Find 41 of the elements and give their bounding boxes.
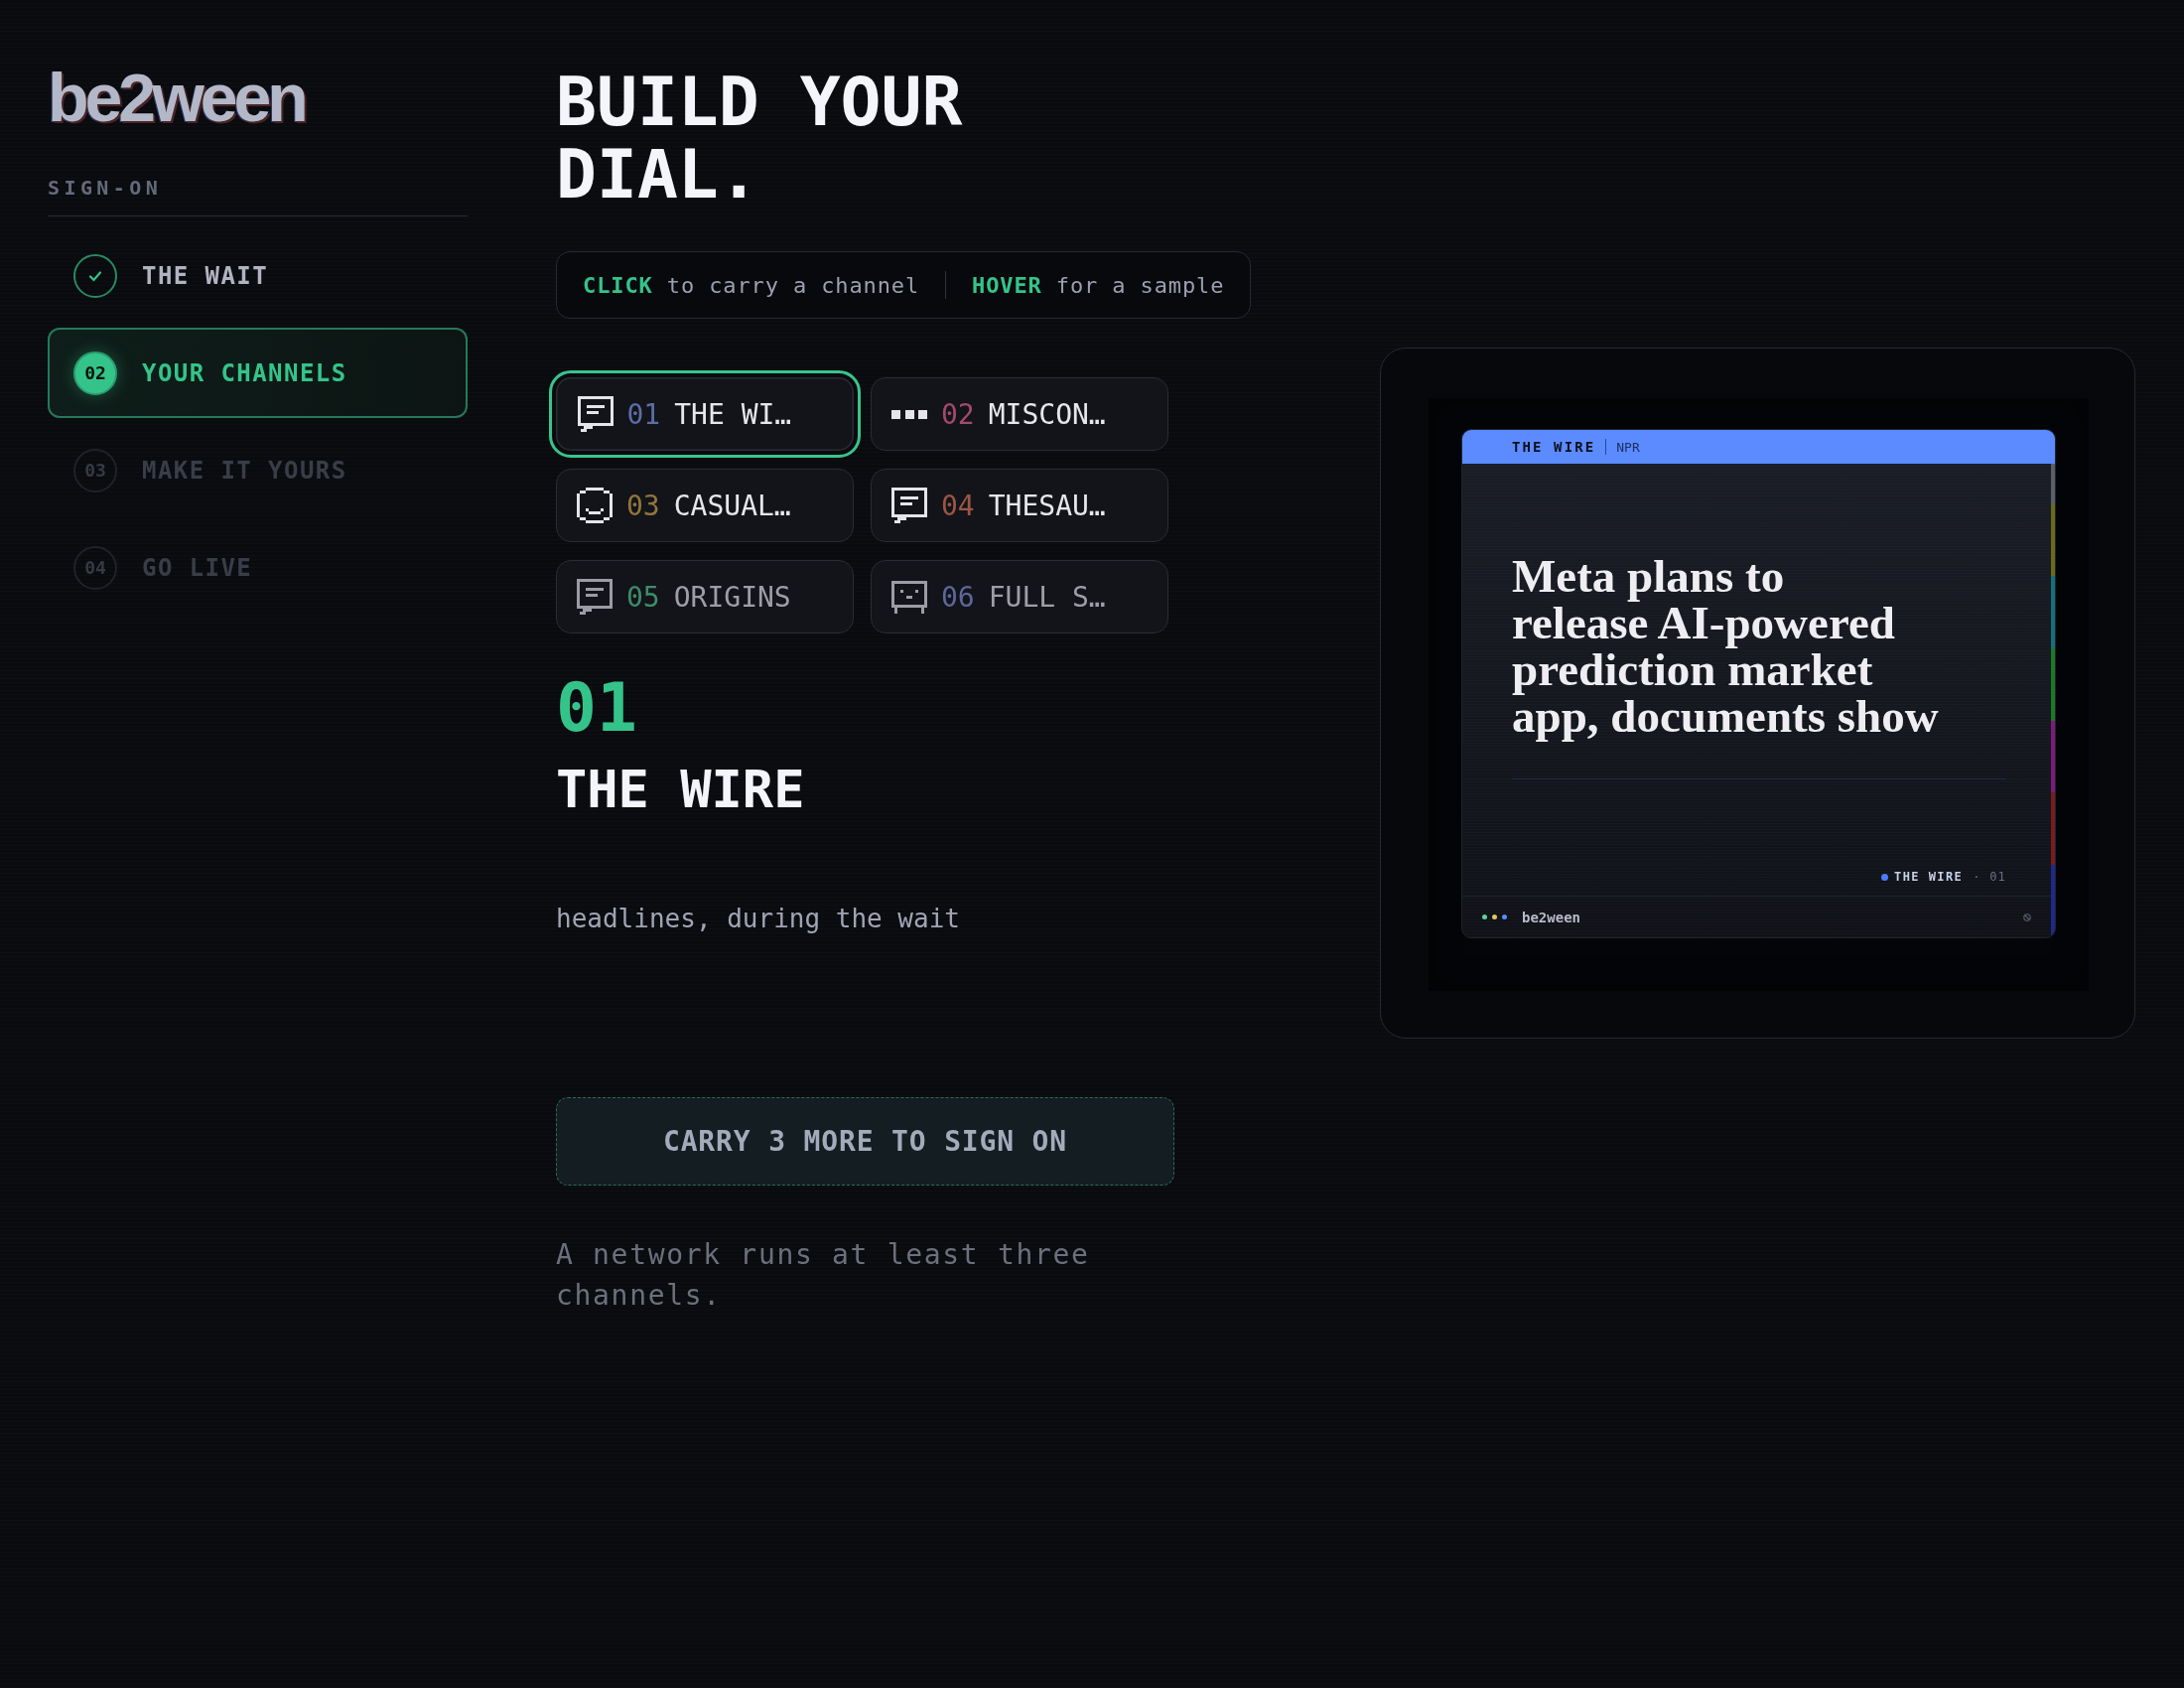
hint-text: HOVER for a sample xyxy=(972,272,1225,298)
dot-icon xyxy=(1482,914,1487,919)
tag-number: · 01 xyxy=(1973,870,2006,884)
ellipsis-icon xyxy=(891,409,927,419)
channel-tile[interactable]: 04 THESAU… xyxy=(871,469,1168,542)
step-number: 02 xyxy=(73,351,117,395)
hint-text: CLICK to carry a channel xyxy=(583,272,920,298)
speech-bubble-icon xyxy=(577,396,614,432)
channel-number: 04 xyxy=(941,489,975,522)
source-label: NPR xyxy=(1616,439,1640,455)
screen-face-icon xyxy=(891,579,927,615)
section-heading: SIGN-ON xyxy=(48,176,163,200)
page-title: BUILD YOUR DIAL. xyxy=(556,66,964,211)
dot-icon xyxy=(1492,914,1497,919)
channel-number: 06 xyxy=(941,580,975,614)
channel-number-heading: 01 xyxy=(556,674,637,742)
step-item[interactable]: 02 YOUR CHANNELS xyxy=(48,328,468,418)
channel-tile[interactable]: 05 ORIGINS xyxy=(556,560,854,633)
dot-icon xyxy=(1502,914,1507,919)
speech-bubble-icon xyxy=(891,488,927,523)
channel-number: 05 xyxy=(626,580,660,614)
logo: be2ween xyxy=(48,64,305,131)
slashed-circle-icon xyxy=(2023,913,2031,921)
channel-tile[interactable]: 02 MISCON… xyxy=(871,377,1168,451)
note-text: A network runs at least three channels. xyxy=(556,1237,1091,1314)
channel-description: headlines, during the wait xyxy=(556,903,960,935)
step-item[interactable]: THE WAIT xyxy=(48,230,468,321)
speech-bubble-icon xyxy=(577,579,613,615)
channel-number: 01 xyxy=(626,397,661,431)
channel-tile[interactable]: 01 THE WI… xyxy=(549,370,861,458)
channel-number: 02 xyxy=(941,397,975,431)
channel-tile[interactable]: 06 FULL S… xyxy=(871,560,1168,633)
headline-text: Meta plans to release AI-powered prediction market app, documents show xyxy=(1512,553,1939,740)
dot-icon xyxy=(1880,873,1888,881)
channel-tile[interactable]: 03 CASUAL… xyxy=(556,469,854,542)
brand-text: be2ween xyxy=(1522,909,1580,925)
smile-face-icon xyxy=(577,488,613,523)
channel-title: THE WIRE xyxy=(556,764,805,815)
channel-number: 03 xyxy=(626,489,660,522)
tag-label: THE WIRE xyxy=(1893,870,1964,884)
channel-label: THE WIRE xyxy=(1512,439,1596,455)
